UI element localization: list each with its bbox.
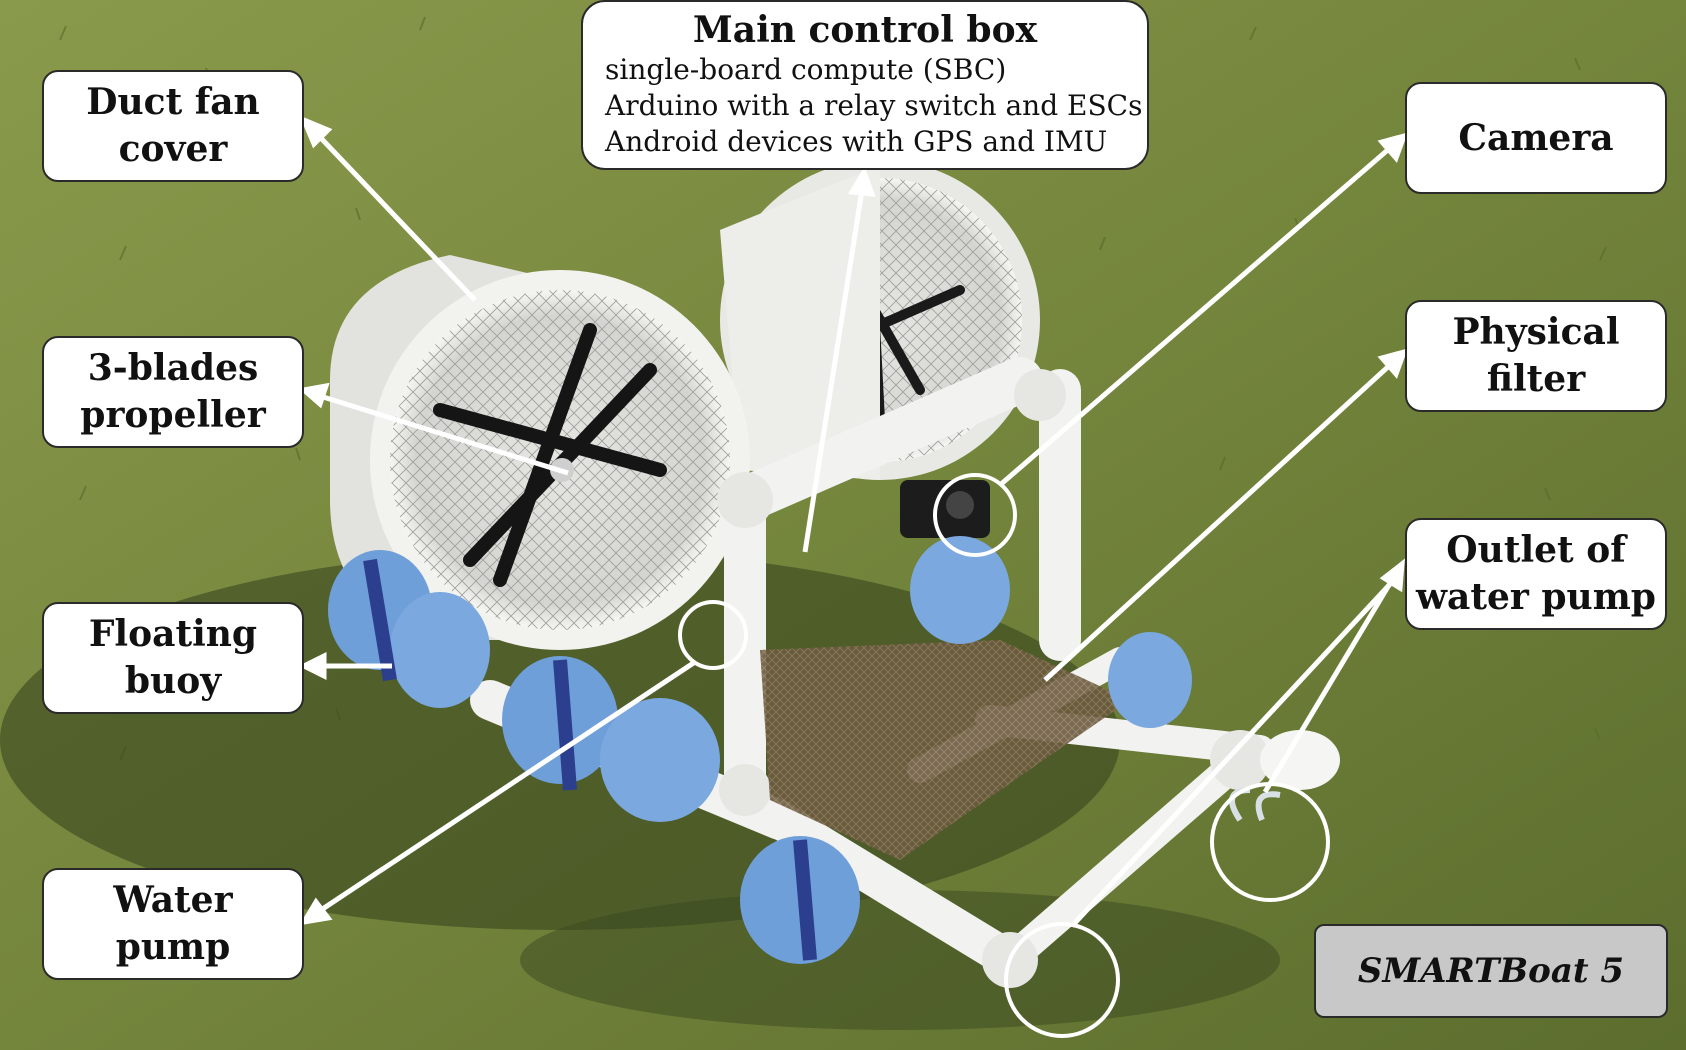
buoy-line-2: buoy xyxy=(124,660,222,702)
outlet-water-pump-label: Outlet of water pump xyxy=(1405,518,1667,630)
floating-buoy-label: Floating buoy xyxy=(42,602,304,714)
filter-line-1: Physical xyxy=(1452,311,1620,353)
camera-line-1: Camera xyxy=(1458,116,1614,159)
main-control-line-sbc: single-board compute (SBC) xyxy=(605,53,1007,86)
water-pump-line-2: pump xyxy=(115,926,231,968)
outlet-line-2: water pump xyxy=(1416,576,1656,618)
buoy-line-1: Floating xyxy=(88,613,258,655)
main-control-box-label: Main control box single-board compute (S… xyxy=(581,0,1149,170)
duct-fan-line-1: Duct fan xyxy=(86,81,260,123)
duct-fan-line-2: cover xyxy=(118,128,228,170)
duct-fan-cover-label: Duct fan cover xyxy=(42,70,304,182)
main-control-line-android: Android devices with GPS and IMU xyxy=(605,125,1108,158)
camera-label: Camera xyxy=(1405,82,1667,194)
water-pump-label: Water pump xyxy=(42,868,304,980)
filter-line-2: filter xyxy=(1486,358,1586,400)
smartboat-title: SMARTBoat 5 xyxy=(1357,950,1625,991)
propeller-label: 3-blades propeller xyxy=(42,336,304,448)
physical-filter-label: Physical filter xyxy=(1405,300,1667,412)
water-pump-line-1: Water xyxy=(113,879,233,921)
camera-lens xyxy=(946,491,974,519)
propeller-line-1: 3-blades xyxy=(87,347,259,389)
propeller-line-2: propeller xyxy=(80,394,266,436)
figure-canvas: Duct fan cover 3-blades propeller Floati… xyxy=(0,0,1686,1050)
smartboat-title-badge: SMARTBoat 5 xyxy=(1314,924,1668,1018)
outlet-line-1: Outlet of xyxy=(1446,529,1626,571)
main-control-title: Main control box xyxy=(692,9,1038,51)
main-control-line-arduino: Arduino with a relay switch and ESCs xyxy=(605,89,1143,122)
